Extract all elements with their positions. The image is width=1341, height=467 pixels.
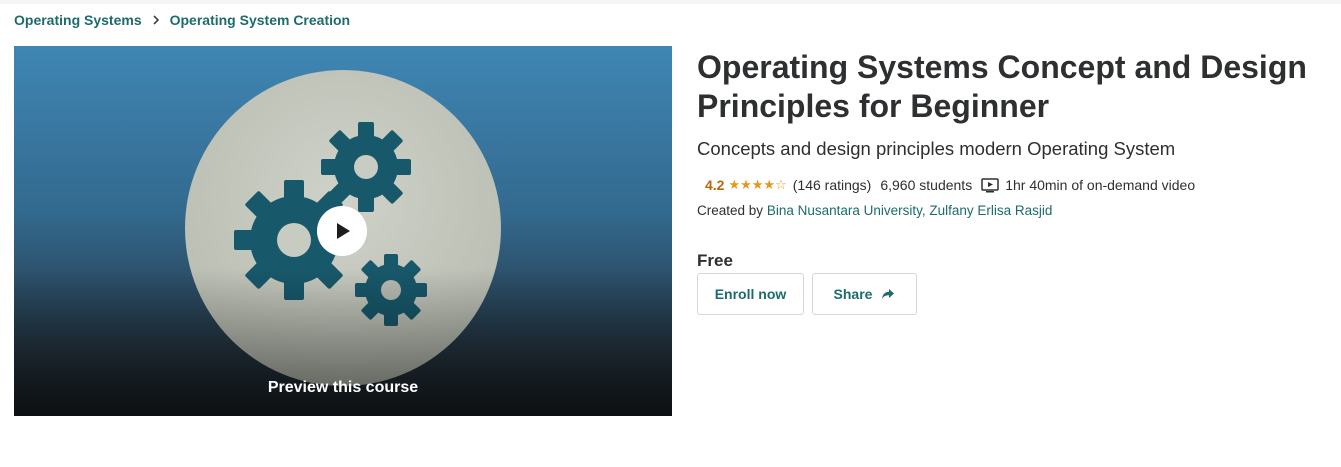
created-by-label: Created by [697, 203, 764, 218]
breadcrumb: Operating Systems Operating System Creat… [14, 12, 350, 28]
students-count: 6,960 students [880, 177, 973, 193]
enroll-button[interactable]: Enroll now [697, 273, 804, 315]
created-by: Created by Bina Nusantara University, Zu… [697, 203, 1317, 218]
course-info: Operating Systems Concept and Design Pri… [697, 48, 1317, 315]
breadcrumb-item-operating-system-creation[interactable]: Operating System Creation [170, 12, 351, 28]
share-button-label: Share [833, 286, 873, 302]
action-buttons: Enroll now Share [697, 273, 1317, 315]
share-arrow-icon [881, 288, 895, 300]
chevron-right-icon [152, 15, 160, 25]
author-links[interactable]: Bina Nusantara University, Zulfany Erlis… [767, 203, 1053, 218]
play-icon [337, 223, 350, 239]
video-length: 1hr 40min of on-demand video [1005, 177, 1196, 193]
price: Free [697, 251, 733, 270]
play-button[interactable] [317, 206, 367, 256]
course-title: Operating Systems Concept and Design Pri… [697, 49, 1307, 124]
top-divider [0, 0, 1341, 4]
course-meta: 4.2 ★★★★☆ (146 ratings) 6,960 students 1… [705, 177, 1317, 193]
video-icon [981, 177, 999, 193]
breadcrumb-item-operating-systems[interactable]: Operating Systems [14, 12, 142, 28]
rating-value: 4.2 [705, 177, 725, 193]
course-preview[interactable]: Preview this course [14, 46, 672, 416]
course-subtitle: Concepts and design principles modern Op… [697, 138, 1176, 159]
share-button[interactable]: Share [812, 273, 917, 315]
preview-label[interactable]: Preview this course [14, 379, 672, 397]
enroll-button-label: Enroll now [714, 286, 787, 302]
star-rating-icon: ★★★★☆ [728, 177, 787, 192]
ratings-count[interactable]: (146 ratings) [793, 177, 872, 193]
